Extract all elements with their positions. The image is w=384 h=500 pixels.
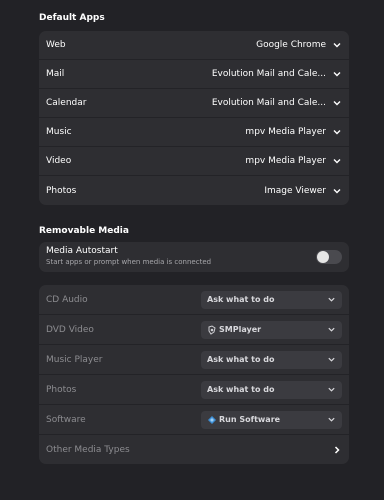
media-types-card: CD Audio Ask what to do DVD Video SMPlay…	[39, 285, 349, 464]
default-app-row-photos[interactable]: Photos Image Viewer	[39, 176, 349, 205]
software-dropdown[interactable]: Run Software	[201, 410, 342, 429]
run-software-icon	[208, 415, 216, 424]
dropdown-value: Ask what to do	[207, 385, 275, 394]
music-player-dropdown[interactable]: Ask what to do	[201, 350, 342, 369]
media-autostart-toggle[interactable]	[316, 250, 342, 264]
row-label: Software	[46, 414, 86, 425]
default-apps-title: Default Apps	[39, 13, 105, 23]
dropdown-value: Ask what to do	[207, 295, 275, 304]
chevron-right-icon	[334, 445, 340, 454]
chevron-down-icon	[333, 159, 341, 164]
default-app-row-web[interactable]: Web Google Chrome	[39, 31, 349, 60]
default-app-row-video[interactable]: Video mpv Media Player	[39, 147, 349, 176]
row-value: Evolution Mail and Cale...	[211, 69, 326, 79]
row-label: Music Player	[46, 354, 103, 365]
chevron-down-icon	[333, 130, 341, 135]
chevron-down-icon	[333, 72, 341, 77]
dvd-video-dropdown[interactable]: SMPlayer	[201, 320, 342, 339]
photos-dropdown[interactable]: Ask what to do	[201, 380, 342, 399]
settings-page: Default Apps Web Google Chrome Mail Evol…	[0, 0, 384, 500]
row-value: mpv Media Player	[245, 127, 326, 137]
chevron-down-icon	[333, 188, 341, 193]
chevron-down-icon	[333, 43, 341, 48]
removable-media-title: Removable Media	[39, 226, 129, 236]
chevron-down-icon	[333, 101, 341, 106]
row-value: Google Chrome	[256, 40, 326, 50]
default-apps-card: Web Google Chrome Mail Evolution Mail an…	[39, 31, 349, 205]
media-row-photos: Photos Ask what to do	[39, 375, 349, 405]
row-label: CD Audio	[46, 294, 88, 305]
chevron-down-icon	[328, 417, 335, 422]
row-label: Web	[46, 40, 66, 50]
chevron-down-icon	[328, 327, 335, 332]
default-app-row-music[interactable]: Music mpv Media Player	[39, 118, 349, 147]
chevron-down-icon	[328, 387, 335, 392]
row-label: Photos	[46, 185, 77, 196]
row-value: mpv Media Player	[245, 156, 326, 166]
media-row-cd-audio: CD Audio Ask what to do	[39, 285, 349, 315]
row-label: DVD Video	[46, 324, 94, 335]
row-label: Video	[46, 156, 72, 166]
row-label: Mail	[46, 69, 65, 79]
smplayer-icon	[208, 324, 216, 335]
dropdown-value: Run Software	[219, 415, 281, 424]
toggle-knob	[317, 251, 329, 263]
row-label: Photos	[46, 384, 77, 395]
other-media-types-row[interactable]: Other Media Types	[39, 435, 349, 464]
media-autostart-description: Start apps or prompt when media is conne…	[46, 258, 212, 266]
row-label: Calendar	[46, 98, 87, 108]
media-autostart-label: Media Autostart	[46, 246, 118, 256]
media-row-dvd-video: DVD Video SMPlayer	[39, 315, 349, 345]
row-label: Music	[46, 127, 72, 137]
media-row-software: Software Run Software	[39, 405, 349, 435]
dropdown-value: SMPlayer	[219, 325, 262, 334]
row-label: Other Media Types	[46, 444, 130, 455]
default-app-row-mail[interactable]: Mail Evolution Mail and Cale...	[39, 60, 349, 89]
chevron-down-icon	[328, 297, 335, 302]
cd-audio-dropdown[interactable]: Ask what to do	[201, 290, 342, 309]
row-value: Evolution Mail and Cale...	[211, 98, 326, 108]
chevron-down-icon	[328, 357, 335, 362]
media-row-music-player: Music Player Ask what to do	[39, 345, 349, 375]
default-app-row-calendar[interactable]: Calendar Evolution Mail and Cale...	[39, 89, 349, 118]
dropdown-value: Ask what to do	[207, 355, 275, 364]
row-value: Image Viewer	[264, 185, 326, 196]
media-autostart-row: Media Autostart Start apps or prompt whe…	[39, 242, 349, 272]
